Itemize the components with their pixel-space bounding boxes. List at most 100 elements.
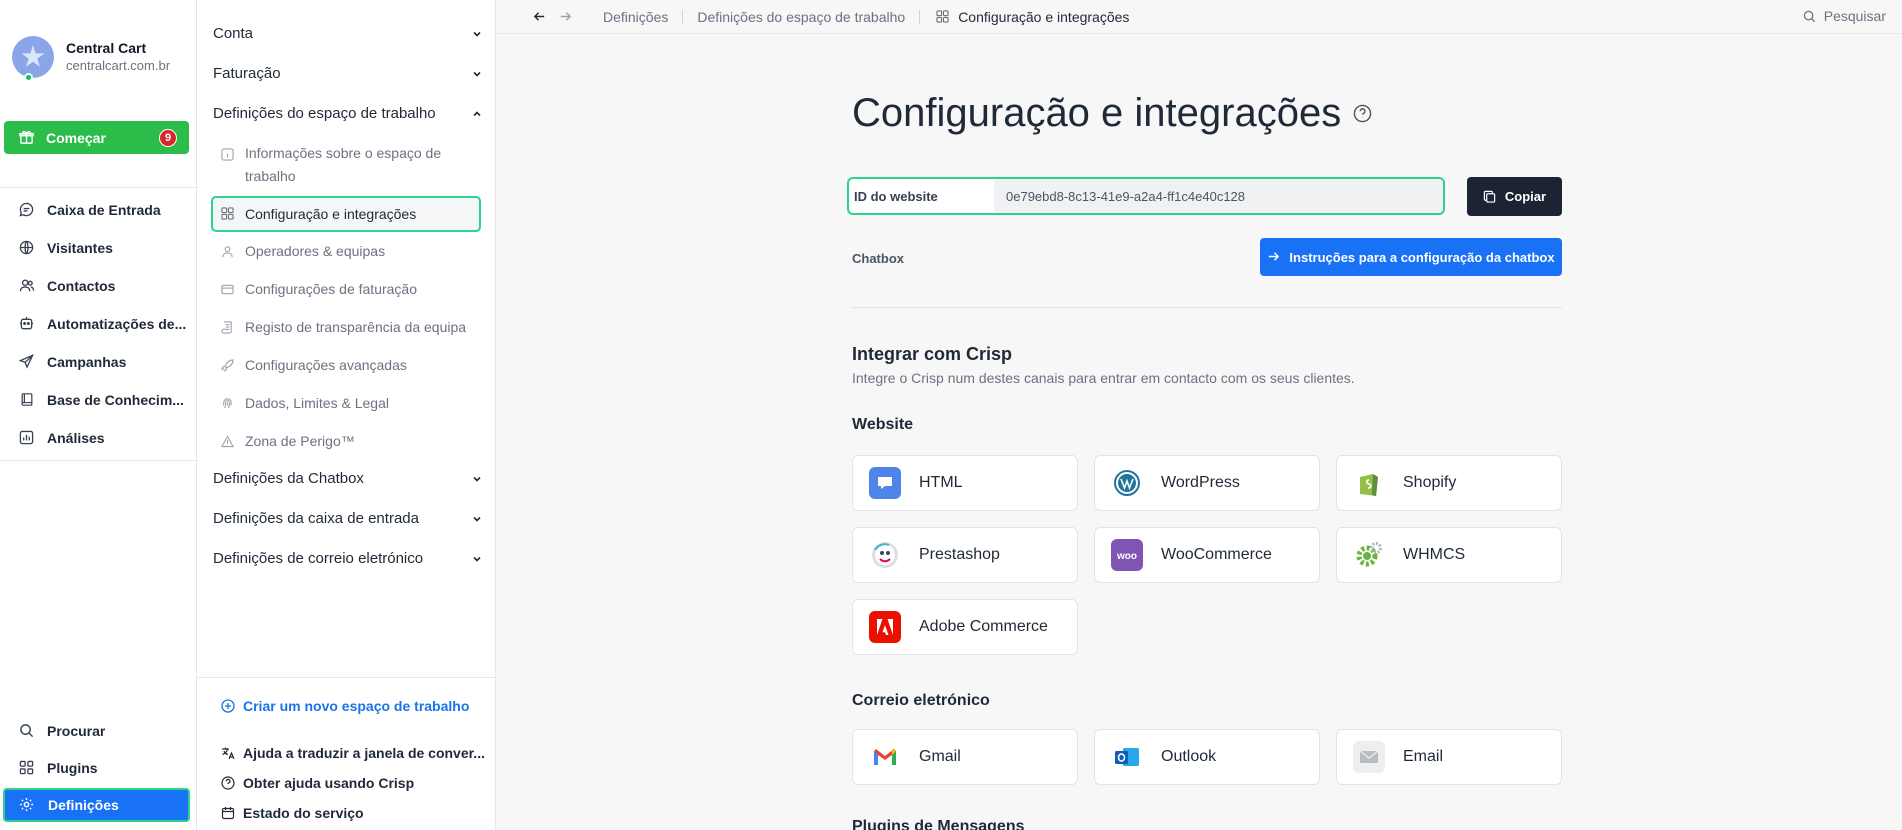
- sidebar-item-campaigns[interactable]: Campanhas: [18, 353, 126, 370]
- page-title-text: Configuração e integrações: [852, 91, 1342, 135]
- sidebar-item-inbox[interactable]: Caixa de Entrada: [18, 201, 161, 218]
- workspace-domain: centralcart.com.br: [66, 58, 171, 73]
- breadcrumb-separator: [919, 9, 921, 24]
- create-workspace-link[interactable]: Criar um novo espaço de trabalho: [221, 698, 469, 714]
- sub-workspace-info[interactable]: Informações sobre o espaço de trabalho: [221, 142, 481, 188]
- section-chatbox[interactable]: Definições da Chatbox: [213, 470, 483, 487]
- sidebar-item-automations[interactable]: Automatizações de...: [18, 315, 186, 332]
- shopify-icon: [1353, 467, 1385, 499]
- sub-label: Configuração e integrações: [245, 206, 417, 222]
- help-icon[interactable]: [1353, 104, 1372, 123]
- sidebar-item-label: Plugins: [47, 759, 98, 776]
- grid-icon: [221, 207, 235, 221]
- sidebar-item-analytics[interactable]: Análises: [18, 429, 105, 446]
- copy-label: Copiar: [1504, 189, 1547, 204]
- sub-danger-zone[interactable]: Zona de Perigo™: [221, 433, 481, 449]
- sub-data-limits[interactable]: Dados, Limites & Legal: [221, 395, 481, 411]
- back-arrow-icon[interactable]: [531, 9, 547, 25]
- sub-label: Dados, Limites & Legal: [245, 395, 389, 411]
- chevron-down-icon: [471, 473, 483, 485]
- start-label: Começar: [46, 129, 106, 146]
- sidebar-item-contacts[interactable]: Contactos: [18, 277, 115, 294]
- help-status-link[interactable]: Estado do serviço: [221, 805, 364, 821]
- sub-audit-log[interactable]: Registo de transparência da equipa: [221, 319, 481, 335]
- integration-card-email[interactable]: Email: [1336, 729, 1562, 785]
- integration-card-outlook[interactable]: Outlook: [1094, 729, 1320, 785]
- section-label: Conta: [213, 25, 254, 42]
- start-button[interactable]: Começar 9: [4, 121, 189, 154]
- forward-arrow-icon[interactable]: [557, 9, 573, 25]
- plus-circle-icon: [221, 699, 235, 713]
- gift-icon: [18, 130, 34, 146]
- section-workspace[interactable]: Definições do espaço de trabalho: [213, 105, 483, 122]
- sidebar-item-plugins[interactable]: Plugins: [18, 759, 98, 776]
- integration-card-shopify[interactable]: Shopify: [1336, 455, 1562, 511]
- settings-panel: Conta Faturação Definições do espaço de …: [197, 0, 496, 830]
- sub-operators[interactable]: Operadores & equipas: [221, 243, 481, 259]
- sidebar-item-knowledge[interactable]: Base de Conhecim...: [18, 391, 184, 408]
- chat-icon: [18, 201, 35, 218]
- workspace-switcher[interactable]: Central Cart centralcart.com.br: [12, 36, 171, 82]
- info-icon: [221, 148, 235, 162]
- integration-card-prestashop[interactable]: Prestashop: [852, 527, 1078, 583]
- sub-billing-settings[interactable]: Configurações de faturação: [221, 281, 481, 297]
- gmail-icon: [869, 741, 901, 773]
- woocommerce-icon: woo: [1111, 539, 1143, 571]
- send-icon: [18, 353, 35, 370]
- sidebar-item-settings[interactable]: Definições: [3, 788, 190, 822]
- breadcrumb-settings[interactable]: Definições: [603, 9, 668, 25]
- user-icon: [221, 245, 235, 259]
- chatbox-instructions-button[interactable]: Instruções para a configuração da chatbo…: [1260, 238, 1562, 276]
- chevron-down-icon: [471, 68, 483, 80]
- help-translate-link[interactable]: Ajuda a traduzir a janela de conver...: [221, 745, 485, 761]
- sidebar-item-label: Automatizações de...: [47, 315, 187, 332]
- integration-card-wordpress[interactable]: WordPress: [1094, 455, 1320, 511]
- integration-card-gmail[interactable]: Gmail: [852, 729, 1078, 785]
- start-badge: 9: [159, 129, 177, 147]
- integration-card-woocommerce[interactable]: woo WooCommerce: [1094, 527, 1320, 583]
- chevron-up-icon: [471, 108, 483, 120]
- sidebar-item-search[interactable]: Procurar: [18, 722, 105, 739]
- section-label: Definições do espaço de trabalho: [213, 105, 436, 122]
- section-inbox[interactable]: Definições da caixa de entrada: [213, 510, 483, 527]
- website-id-field[interactable]: ID do website 0e79ebd8-8c13-41e9-a2a4-ff…: [847, 177, 1445, 215]
- section-email[interactable]: Definições de correio eletrónico: [213, 550, 483, 567]
- svg-text:woo: woo: [1116, 551, 1137, 561]
- users-icon: [18, 277, 35, 294]
- section-account[interactable]: Conta: [213, 25, 483, 42]
- sub-advanced[interactable]: Configurações avançadas: [221, 357, 481, 373]
- section-billing[interactable]: Faturação: [213, 65, 483, 82]
- sidebar-item-label: Campanhas: [47, 353, 127, 370]
- settings-label: Definições: [48, 797, 119, 813]
- question-icon: [221, 776, 235, 790]
- card-label: WooCommerce: [1161, 546, 1272, 563]
- app: Central Cart centralcart.com.br Começar …: [0, 0, 1902, 830]
- copy-button[interactable]: Copiar: [1467, 177, 1562, 216]
- topbar: Definições Definições do espaço de traba…: [497, 0, 1902, 34]
- breadcrumb-workspace[interactable]: Definições do espaço de trabalho: [697, 9, 905, 25]
- globe-icon: [18, 239, 35, 256]
- adobe-commerce-icon: [869, 611, 901, 643]
- section-label: Definições de correio eletrónico: [213, 550, 424, 567]
- chevron-down-icon: [471, 553, 483, 565]
- gear-icon: [19, 797, 36, 814]
- card-label: Shopify: [1403, 474, 1457, 491]
- sub-label: Zona de Perigo™: [245, 433, 355, 449]
- sidebar-item-visitors[interactable]: Visitantes: [18, 239, 113, 256]
- plugins-section-title: Plugins de Mensagens: [852, 818, 1025, 830]
- search-icon: [18, 722, 35, 739]
- website-id-value[interactable]: 0e79ebd8-8c13-41e9-a2a4-ff1c4e40c128: [994, 179, 1443, 213]
- sub-config-integrations[interactable]: Configuração e integrações: [211, 196, 481, 232]
- card-label: Outlook: [1161, 748, 1217, 765]
- integration-card-adobe-commerce[interactable]: Adobe Commerce: [852, 599, 1078, 655]
- outlook-icon: [1111, 741, 1143, 773]
- topbar-search[interactable]: Pesquisar: [1802, 8, 1886, 24]
- help-support-link[interactable]: Obter ajuda usando Crisp: [221, 775, 414, 791]
- integration-card-whmcs[interactable]: WHMCS: [1336, 527, 1562, 583]
- card-label: Prestashop: [919, 546, 1000, 563]
- integration-card-html[interactable]: HTML: [852, 455, 1078, 511]
- section-label: Definições da caixa de entrada: [213, 510, 419, 527]
- instructions-label: Instruções para a configuração da chatbo…: [1289, 249, 1555, 265]
- fingerprint-icon: [221, 397, 235, 411]
- card-label: WHMCS: [1403, 546, 1466, 563]
